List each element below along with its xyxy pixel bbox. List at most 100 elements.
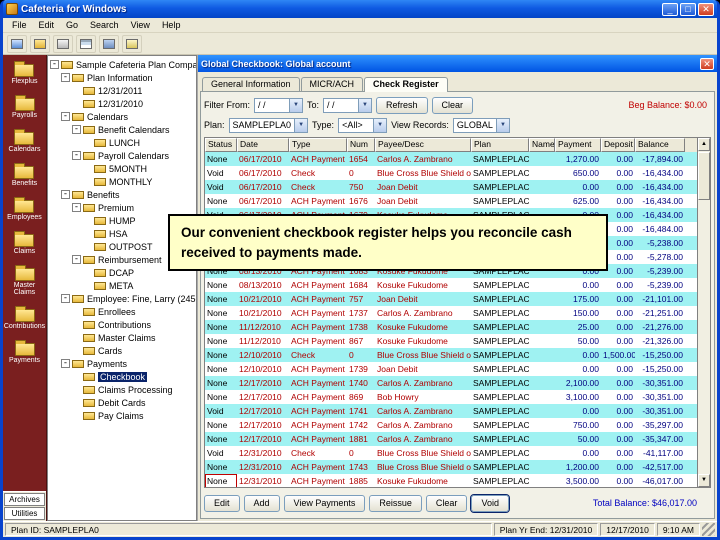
table-row[interactable]: None 11/12/2010 ACH Payment 1738 Kosuke Fuku… [205, 320, 697, 334]
table-row[interactable]: None 06/17/2010 ACH Payment 1654 Carlos A. Z… [205, 152, 697, 166]
column-header-status[interactable]: Status [205, 138, 237, 152]
tree-expander-icon[interactable]: - [61, 73, 70, 82]
sidebar-item-payments[interactable]: Payments [9, 339, 40, 364]
tree-item-monthly[interactable]: MONTHLY [50, 175, 196, 188]
tab-check-register[interactable]: Check Register [364, 77, 448, 92]
close-button[interactable]: ✕ [698, 2, 714, 16]
tree-expander-icon[interactable]: - [72, 203, 81, 212]
column-header-balance[interactable]: Balance [635, 138, 685, 152]
tree-item-benefit-calendars[interactable]: - Benefit Calendars [50, 123, 196, 136]
table-row[interactable]: None 12/10/2010 ACH Payment 1739 Joan Debit S… [205, 362, 697, 376]
column-header-num[interactable]: Num [347, 138, 375, 152]
tree-item-calendars[interactable]: - Calendars [50, 110, 196, 123]
view-payments-button[interactable]: View Payments [283, 494, 366, 512]
view-records-combobox[interactable]: GLOBAL ▼ [452, 117, 510, 133]
tab-general-information[interactable]: General Information [202, 77, 300, 91]
column-header-payee-desc[interactable]: Payee/Desc [375, 138, 471, 152]
table-row[interactable]: None 11/12/2010 ACH Payment 867 Kosuke Fukud… [205, 334, 697, 348]
table-row[interactable]: None 08/13/2010 ACH Payment 1684 Kosuke Fuku… [205, 278, 697, 292]
type-combobox[interactable]: <All> ▼ [338, 117, 388, 133]
scroll-down-icon[interactable]: ▼ [698, 474, 710, 487]
print-icon[interactable] [53, 34, 73, 53]
menu-go[interactable]: Go [60, 19, 84, 31]
tree-item-debit-cards[interactable]: Debit Cards [50, 396, 196, 409]
vertical-scrollbar[interactable]: ▲ ▼ [697, 138, 710, 487]
menu-file[interactable]: File [6, 19, 33, 31]
tab-micr-ach[interactable]: MICR/ACH [300, 77, 364, 91]
reissue-button[interactable]: Reissue [369, 494, 422, 512]
table-row[interactable]: None 10/21/2010 ACH Payment 757 Joan Debit SA… [205, 292, 697, 306]
clear-filter-button[interactable]: Clear [431, 96, 474, 114]
table-row[interactable]: None 12/17/2010 ACH Payment 869 Bob Howry SAM… [205, 390, 697, 404]
chevron-down-icon[interactable]: ▼ [495, 118, 509, 132]
table-row[interactable]: None 12/17/2010 ACH Payment 1881 Carlos A. Z… [205, 432, 697, 446]
sidebar-item-payrolls[interactable]: Payrolls [12, 94, 37, 119]
table-row[interactable]: None 12/17/2010 ACH Payment 1742 Carlos A. Z… [205, 418, 697, 432]
chevron-down-icon[interactable]: ▼ [373, 118, 387, 132]
help-icon[interactable] [122, 34, 142, 53]
tree-item-contributions[interactable]: Contributions [50, 318, 196, 331]
resize-grip[interactable] [702, 523, 715, 536]
filter-to-combobox[interactable]: / / ▼ [323, 97, 373, 113]
column-header-plan[interactable]: Plan [471, 138, 529, 152]
filter-from-combobox[interactable]: / / ▼ [254, 97, 303, 113]
sidebar-bottom-utilities[interactable]: Utilities [4, 507, 45, 520]
sidebar-item-claims[interactable]: Claims [14, 230, 35, 255]
table-row[interactable]: Void 06/17/2010 Check 750 Joan Debit SAMPLEPL… [205, 180, 697, 194]
report-icon[interactable] [76, 34, 96, 53]
tree-item-5month[interactable]: 5MONTH [50, 162, 196, 175]
table-row[interactable]: None 12/31/2010 ACH Payment 1885 Kosuke Fuku… [205, 474, 697, 487]
sidebar-item-flexplus[interactable]: Flexplus [11, 60, 38, 85]
menu-help[interactable]: Help [156, 19, 187, 31]
scrollbar-thumb[interactable] [698, 152, 710, 200]
tree-item-12-31-2011[interactable]: 12/31/2011 [50, 84, 196, 97]
maximize-button[interactable]: □ [680, 2, 696, 16]
tree-item-master-claims[interactable]: Master Claims [50, 331, 196, 344]
table-row[interactable]: Void 12/31/2010 Check 0 Blue Cross Blue Shie… [205, 446, 697, 460]
plan-combobox[interactable]: SAMPLEPLA0 ▼ [228, 117, 309, 133]
sidebar-item-contributions[interactable]: Contributions [4, 305, 45, 330]
tree-item-lunch[interactable]: LUNCH [50, 136, 196, 149]
clear-button[interactable]: Clear [425, 494, 468, 512]
open-folder-icon[interactable] [30, 34, 50, 53]
tree-item-payments[interactable]: - Payments [50, 357, 196, 370]
void-button[interactable]: Void [471, 494, 509, 512]
column-header-type[interactable]: Type [289, 138, 347, 152]
panel-close-icon[interactable]: ✕ [700, 57, 714, 70]
panel-title-bar[interactable]: Global Checkbook: Global account ✕ [198, 55, 717, 72]
table-row[interactable]: None 12/17/2010 ACH Payment 1740 Carlos A. Z… [205, 376, 697, 390]
table-row[interactable]: None 12/31/2010 ACH Payment 1743 Blue Cross … [205, 460, 697, 474]
table-row[interactable]: Void 12/17/2010 ACH Payment 1741 Carlos A. Z… [205, 404, 697, 418]
tree-item-premium[interactable]: - Premium [50, 201, 196, 214]
sidebar-item-master-claims[interactable]: Master Claims [4, 264, 46, 296]
menu-search[interactable]: Search [84, 19, 125, 31]
tree-item-plan-information[interactable]: - Plan Information [50, 71, 196, 84]
tree-item-meta[interactable]: META [50, 279, 196, 292]
table-row[interactable]: None 06/17/2010 ACH Payment 1676 Joan Debit S… [205, 194, 697, 208]
table-row[interactable]: None 12/10/2010 Check 0 Blue Cross Blue Shie… [205, 348, 697, 362]
calculator-icon[interactable] [99, 34, 119, 53]
column-header-date[interactable]: Date [237, 138, 289, 152]
tree-item-pay-claims[interactable]: Pay Claims [50, 409, 196, 422]
table-row[interactable]: None 10/21/2010 ACH Payment 1737 Carlos A. Z… [205, 306, 697, 320]
tree-expander-icon[interactable]: - [72, 255, 81, 264]
column-header-payment[interactable]: Payment [555, 138, 601, 152]
menu-edit[interactable]: Edit [33, 19, 61, 31]
tree-expander-icon[interactable]: - [72, 125, 81, 134]
tree-item-payroll-calendars[interactable]: - Payroll Calendars [50, 149, 196, 162]
sidebar-bottom-archives[interactable]: Archives [4, 493, 45, 506]
tree-item-sample-cafeteria-plan-company[interactable]: - Sample Cafeteria Plan Company [50, 58, 196, 71]
refresh-button[interactable]: Refresh [376, 96, 428, 114]
chevron-down-icon[interactable]: ▼ [358, 98, 372, 112]
tree-item-employee-fine-larry-245-47-1200[interactable]: - Employee: Fine, Larry (245-47-1200) [50, 292, 196, 305]
tree-item-enrollees[interactable]: Enrollees [50, 305, 196, 318]
tree-item-benefits[interactable]: - Benefits [50, 188, 196, 201]
table-row[interactable]: Void 06/17/2010 Check 0 Blue Cross Blue Shie… [205, 166, 697, 180]
tree-expander-icon[interactable]: - [72, 151, 81, 160]
menu-view[interactable]: View [125, 19, 156, 31]
tree-item-checkbook[interactable]: Checkbook [50, 370, 196, 383]
column-header-deposit[interactable]: Deposit [601, 138, 635, 152]
tree-expander-icon[interactable]: - [50, 60, 59, 69]
edit-button[interactable]: Edit [204, 494, 240, 512]
tree-expander-icon[interactable]: - [61, 294, 70, 303]
